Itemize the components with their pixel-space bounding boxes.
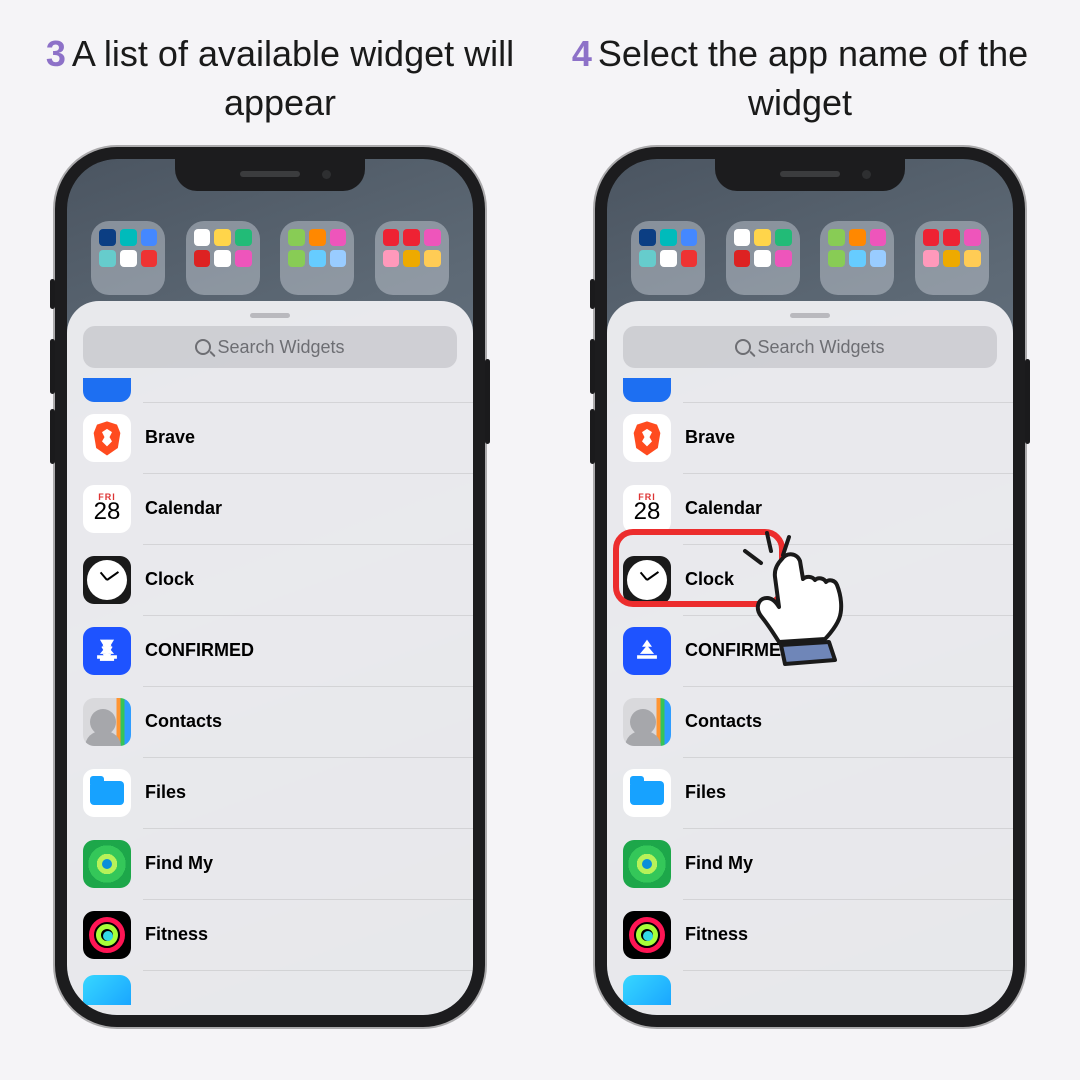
- phone-step-3: Search Widgets Brave FRI 28: [55, 147, 485, 1027]
- list-item-fitness[interactable]: Fitness: [67, 899, 473, 970]
- phone-step-4: Search Widgets Brave FRI 28: [595, 147, 1025, 1027]
- list-item-fitness[interactable]: Fitness: [607, 899, 1013, 970]
- mute-switch: [50, 279, 55, 309]
- list-item[interactable]: [67, 374, 473, 402]
- fitness-icon: [83, 911, 131, 959]
- list-item-files[interactable]: Files: [67, 757, 473, 828]
- list-item[interactable]: [607, 970, 1013, 1010]
- row-label: Files: [145, 782, 186, 803]
- volume-up-button: [590, 339, 595, 394]
- search-widgets-field[interactable]: Search Widgets: [83, 326, 457, 368]
- search-placeholder: Search Widgets: [757, 337, 884, 358]
- tap-hand-icon: [727, 527, 887, 677]
- home-folders-row: [67, 221, 473, 295]
- notch: [715, 157, 905, 191]
- list-item[interactable]: [607, 374, 1013, 402]
- row-label: Fitness: [685, 924, 748, 945]
- widget-app-list[interactable]: Brave FRI 28 Calendar Clock: [67, 374, 473, 1015]
- step-3-number: 3: [46, 33, 66, 74]
- row-label: Find My: [145, 853, 213, 874]
- notch: [175, 157, 365, 191]
- list-item-files[interactable]: Files: [607, 757, 1013, 828]
- volume-up-button: [50, 339, 55, 394]
- app-icon: [83, 975, 131, 1005]
- calendar-icon: FRI 28: [83, 485, 131, 533]
- sheet-grabber[interactable]: [250, 313, 290, 318]
- row-label: Contacts: [145, 711, 222, 732]
- step-4-heading: 4Select the app name of the widget: [550, 30, 1050, 127]
- files-icon: [623, 769, 671, 817]
- calendar-icon: FRI 28: [623, 485, 671, 533]
- row-label: Clock: [145, 569, 194, 590]
- list-item-brave[interactable]: Brave: [607, 402, 1013, 473]
- app-icon: [623, 975, 671, 1005]
- home-folders-row: [607, 221, 1013, 295]
- search-placeholder: Search Widgets: [217, 337, 344, 358]
- row-label: Calendar: [685, 498, 762, 519]
- row-label: Brave: [685, 427, 735, 448]
- list-item-contacts[interactable]: Contacts: [607, 686, 1013, 757]
- confirmed-icon: [623, 627, 671, 675]
- row-label: CONFIRMED: [145, 640, 254, 661]
- widget-picker-sheet[interactable]: Search Widgets Brave FRI 28: [67, 301, 473, 1015]
- list-item-contacts[interactable]: Contacts: [67, 686, 473, 757]
- clock-icon: [623, 556, 671, 604]
- fitness-icon: [623, 911, 671, 959]
- widget-app-list[interactable]: Brave FRI 28 Calendar Clock: [607, 374, 1013, 1015]
- row-label: Calendar: [145, 498, 222, 519]
- power-button: [1025, 359, 1030, 444]
- search-widgets-field[interactable]: Search Widgets: [623, 326, 997, 368]
- row-label: Contacts: [685, 711, 762, 732]
- step-3-text: A list of available widget will appear: [72, 33, 514, 123]
- sheet-grabber[interactable]: [790, 313, 830, 318]
- list-item-clock[interactable]: Clock: [67, 544, 473, 615]
- brave-icon: [623, 414, 671, 462]
- step-3-heading: 3A list of available widget will appear: [30, 30, 530, 127]
- contacts-icon: [623, 698, 671, 746]
- findmy-icon: [623, 840, 671, 888]
- search-icon: [735, 339, 751, 355]
- list-item-brave[interactable]: Brave: [67, 402, 473, 473]
- search-icon: [195, 339, 211, 355]
- row-label: Files: [685, 782, 726, 803]
- brave-icon: [83, 414, 131, 462]
- confirmed-icon: [83, 627, 131, 675]
- step-4-text: Select the app name of the widget: [598, 33, 1028, 123]
- list-item-findmy[interactable]: Find My: [67, 828, 473, 899]
- screen: Search Widgets Brave FRI 28: [67, 159, 473, 1015]
- list-item-calendar[interactable]: FRI 28 Calendar: [67, 473, 473, 544]
- findmy-icon: [83, 840, 131, 888]
- row-label: Brave: [145, 427, 195, 448]
- row-label: Fitness: [145, 924, 208, 945]
- list-item-confirmed[interactable]: CONFIRMED: [67, 615, 473, 686]
- list-item[interactable]: [67, 970, 473, 1010]
- files-icon: [83, 769, 131, 817]
- screen: Search Widgets Brave FRI 28: [607, 159, 1013, 1015]
- power-button: [485, 359, 490, 444]
- volume-down-button: [50, 409, 55, 464]
- phones-stage: Search Widgets Brave FRI 28: [0, 147, 1080, 1027]
- step-4-number: 4: [572, 33, 592, 74]
- mute-switch: [590, 279, 595, 309]
- clock-icon: [83, 556, 131, 604]
- contacts-icon: [83, 698, 131, 746]
- row-label: Find My: [685, 853, 753, 874]
- volume-down-button: [590, 409, 595, 464]
- list-item-findmy[interactable]: Find My: [607, 828, 1013, 899]
